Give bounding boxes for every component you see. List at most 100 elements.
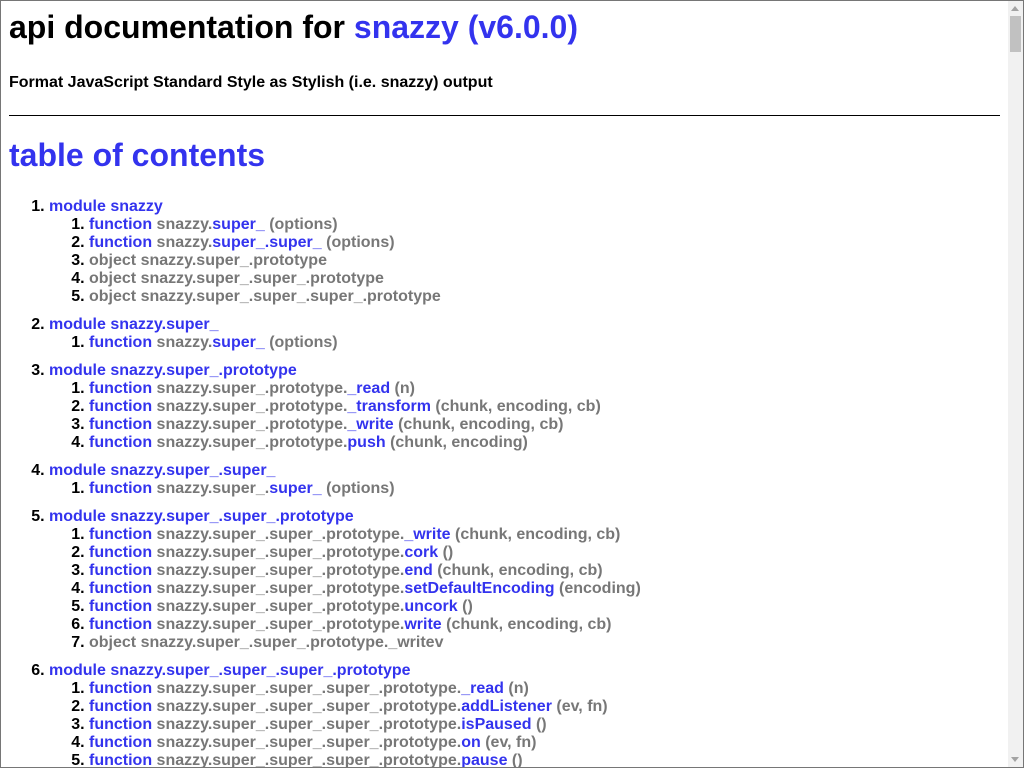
- member-namespace: snazzy.super_.super_.prototype.: [156, 616, 405, 633]
- page-title-prefix: api documentation for: [9, 9, 354, 45]
- toc-member-list: function snazzy.super_ (options): [49, 334, 1000, 352]
- scroll-up-arrow-icon[interactable]: [1008, 1, 1023, 16]
- member-namespace: snazzy.super_.super_.super_.prototype.: [156, 752, 462, 768]
- toc-member-item: function snazzy.super_.super_.prototype.…: [89, 616, 1000, 634]
- object-member: object snazzy.super_.super_.super_.proto…: [89, 288, 441, 305]
- member-namespace: snazzy.super_.super_.prototype.: [156, 526, 405, 543]
- member-name-link[interactable]: on: [461, 734, 481, 751]
- member-name-link[interactable]: setDefaultEncoding: [404, 580, 554, 597]
- member-namespace: snazzy.super_.prototype.: [156, 380, 348, 397]
- member-name-link[interactable]: _write: [347, 416, 393, 433]
- function-keyword-link[interactable]: function: [89, 416, 152, 433]
- member-namespace: snazzy.: [156, 334, 213, 351]
- toc-member-item: object snazzy.super_.super_.super_.proto…: [89, 288, 1000, 306]
- member-signature: (): [507, 752, 523, 768]
- member-namespace: snazzy.super_.super_.super_.prototype.: [156, 698, 462, 715]
- function-keyword-link[interactable]: function: [89, 580, 152, 597]
- member-name-link[interactable]: super_: [212, 216, 264, 233]
- toc-member-item: function snazzy.super_.super_.super_.pro…: [89, 734, 1000, 752]
- member-signature: (): [457, 598, 473, 615]
- toc-member-list: function snazzy.super_.super_.prototype.…: [49, 526, 1000, 652]
- member-signature: (): [438, 544, 454, 561]
- function-keyword-link[interactable]: function: [89, 562, 152, 579]
- function-keyword-link[interactable]: function: [89, 526, 152, 543]
- member-name-link[interactable]: _transform: [347, 398, 431, 415]
- scroll-down-arrow-icon[interactable]: [1008, 752, 1023, 767]
- toc-member-item: function snazzy.super_.prototype.push (c…: [89, 434, 1000, 452]
- member-name-link[interactable]: addListener: [461, 698, 552, 715]
- member-signature: (chunk, encoding, cb): [430, 398, 601, 415]
- toc-module-link[interactable]: module snazzy.super_.prototype: [49, 362, 297, 379]
- member-name-link[interactable]: isPaused: [461, 716, 531, 733]
- browser-viewport: api documentation for snazzy (v6.0.0) Fo…: [0, 0, 1024, 768]
- member-name-link[interactable]: pause: [461, 752, 507, 767]
- function-keyword-link[interactable]: function: [89, 380, 152, 397]
- toc-module-link[interactable]: module snazzy.super_.super_.prototype: [49, 508, 354, 525]
- member-signature: (chunk, encoding, cb): [393, 416, 564, 433]
- member-namespace: snazzy.super_.super_.super_.prototype.: [156, 680, 462, 697]
- member-name-link[interactable]: push: [347, 434, 385, 451]
- toc-member-list: function snazzy.super_ (options)function…: [49, 216, 1000, 306]
- member-name-link[interactable]: write: [404, 616, 441, 633]
- function-keyword-link[interactable]: function: [89, 616, 152, 633]
- toc-module-link[interactable]: module snazzy.super_: [49, 316, 219, 333]
- toc-module-link[interactable]: module snazzy.super_.super_: [49, 462, 275, 479]
- function-keyword-link[interactable]: function: [89, 480, 152, 497]
- function-keyword-link[interactable]: function: [89, 544, 152, 561]
- function-keyword-link[interactable]: function: [89, 216, 152, 233]
- toc-member-item: function snazzy.super_.super_.super_.pro…: [89, 698, 1000, 716]
- member-name-link[interactable]: _write: [404, 526, 450, 543]
- toc-member-item: function snazzy.super_.super_.prototype.…: [89, 562, 1000, 580]
- vertical-scrollbar[interactable]: [1008, 1, 1023, 767]
- toc-member-item: function snazzy.super_.super_.prototype.…: [89, 544, 1000, 562]
- toc-member-list: function snazzy.super_.prototype._read (…: [49, 380, 1000, 452]
- toc-module-item: module snazzy.super_.super_.prototypefun…: [49, 508, 1000, 652]
- function-keyword-link[interactable]: function: [89, 598, 152, 615]
- toc-member-item: function snazzy.super_.prototype._write …: [89, 416, 1000, 434]
- toc-member-item: function snazzy.super_.super_.super_.pro…: [89, 680, 1000, 698]
- page-title: api documentation for snazzy (v6.0.0): [9, 9, 1000, 46]
- toc-member-list: function snazzy.super_.super_.super_.pro…: [49, 680, 1000, 768]
- function-keyword-link[interactable]: function: [89, 398, 152, 415]
- function-keyword-link[interactable]: function: [89, 334, 152, 351]
- member-name-link[interactable]: cork: [404, 544, 438, 561]
- function-keyword-link[interactable]: function: [89, 434, 152, 451]
- toc-module-item: module snazzyfunction snazzy.super_ (opt…: [49, 198, 1000, 306]
- toc-module-item: module snazzy.super_.super_function snaz…: [49, 462, 1000, 498]
- member-signature: (ev, fn): [480, 734, 537, 751]
- member-namespace: snazzy.super_.prototype.: [156, 434, 348, 451]
- toc-member-item: function snazzy.super_.super_.prototype.…: [89, 526, 1000, 544]
- function-keyword-link[interactable]: function: [89, 680, 152, 697]
- member-namespace: snazzy.super_.: [156, 480, 270, 497]
- function-keyword-link[interactable]: function: [89, 734, 152, 751]
- function-keyword-link[interactable]: function: [89, 698, 152, 715]
- function-keyword-link[interactable]: function: [89, 234, 152, 251]
- member-signature: (n): [390, 380, 415, 397]
- member-name-link[interactable]: uncork: [404, 598, 457, 615]
- member-namespace: snazzy.super_.super_.prototype.: [156, 562, 405, 579]
- member-namespace: snazzy.super_.prototype.: [156, 416, 348, 433]
- divider: [9, 115, 1000, 116]
- toc-module-link[interactable]: module snazzy.super_.super_.super_.proto…: [49, 662, 411, 679]
- toc-heading[interactable]: table of contents: [9, 137, 1000, 174]
- toc-member-item: function snazzy.super_ (options): [89, 334, 1000, 352]
- member-signature: (encoding): [554, 580, 641, 597]
- member-namespace: snazzy.super_.super_.prototype.: [156, 598, 405, 615]
- member-name-link[interactable]: super_.super_: [212, 234, 321, 251]
- function-keyword-link[interactable]: function: [89, 752, 152, 767]
- package-link[interactable]: snazzy (v6.0.0): [354, 9, 578, 45]
- function-keyword-link[interactable]: function: [89, 716, 152, 733]
- member-signature: (): [531, 716, 547, 733]
- member-name-link[interactable]: super_: [269, 480, 321, 497]
- member-name-link[interactable]: _read: [347, 380, 390, 397]
- toc-module-link[interactable]: module snazzy: [49, 198, 163, 215]
- member-name-link[interactable]: end: [404, 562, 432, 579]
- toc-member-item: function snazzy.super_.prototype._transf…: [89, 398, 1000, 416]
- member-name-link[interactable]: super_: [212, 334, 264, 351]
- toc-member-item: function snazzy.super_.super_.prototype.…: [89, 580, 1000, 598]
- scrollbar-thumb[interactable]: [1010, 16, 1021, 52]
- member-signature: (chunk, encoding): [385, 434, 528, 451]
- member-signature: (options): [321, 234, 395, 251]
- member-name-link[interactable]: _read: [461, 680, 504, 697]
- member-namespace: snazzy.super_.super_.super_.prototype.: [156, 734, 462, 751]
